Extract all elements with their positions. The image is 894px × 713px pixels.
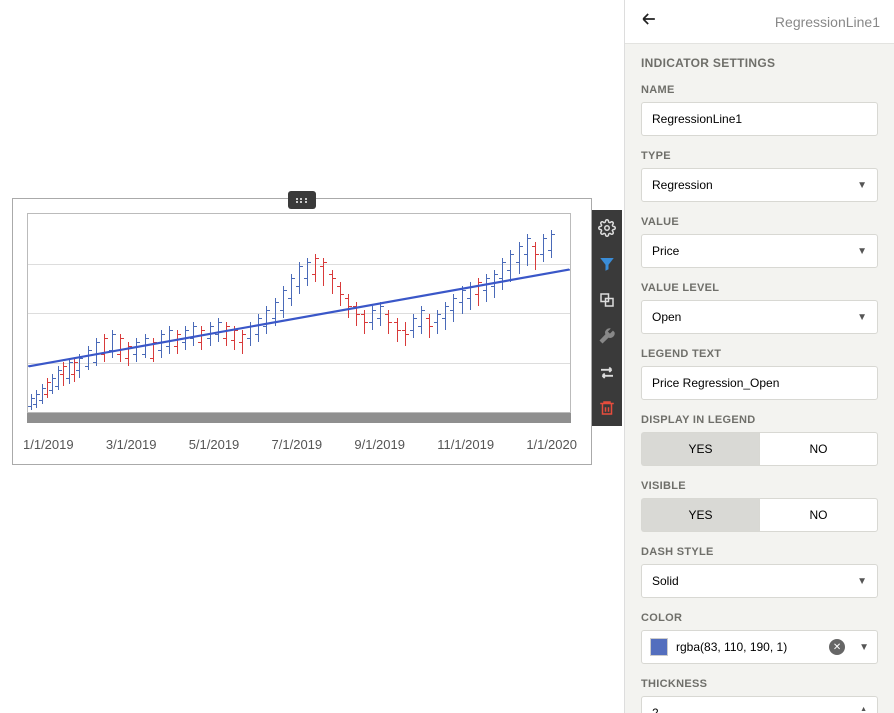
x-tick: 11/1/2019 — [437, 437, 494, 452]
x-tick: 1/1/2020 — [526, 437, 577, 452]
panel-body: INDICATOR SETTINGS NAME RegressionLine1 … — [625, 44, 894, 713]
x-axis-ticks: 1/1/2019 3/1/2019 5/1/2019 7/1/2019 9/1/2019… — [13, 427, 591, 464]
name-value: RegressionLine1 — [652, 112, 742, 126]
legend-text-value: Price Regression_Open — [652, 376, 779, 390]
plot-area[interactable] — [27, 213, 571, 413]
x-tick: 5/1/2019 — [189, 437, 240, 452]
visible-no[interactable]: NO — [759, 498, 878, 532]
color-swatch — [650, 638, 668, 656]
thickness-label: THICKNESS — [641, 678, 878, 690]
chevron-down-icon: ▼ — [857, 180, 867, 191]
clear-color-button[interactable]: ✕ — [829, 639, 845, 655]
wrench-icon — [598, 327, 616, 345]
value-level-value: Open — [652, 310, 681, 324]
color-picker[interactable]: rgba(83, 110, 190, 1) ✕ ▼ — [641, 630, 878, 664]
value-level-label: VALUE LEVEL — [641, 282, 878, 294]
chevron-down-icon: ▼ — [857, 246, 867, 257]
chevron-down-icon: ▼ — [857, 576, 867, 587]
spinner: ▲ ▼ — [860, 707, 867, 713]
layout-button[interactable] — [592, 282, 622, 318]
type-value: Regression — [652, 178, 713, 192]
visible-toggle: YES NO — [641, 498, 878, 532]
swap-arrows-icon — [598, 363, 616, 381]
x-tick: 7/1/2019 — [272, 437, 323, 452]
x-tick: 9/1/2019 — [354, 437, 405, 452]
dash-style-value: Solid — [652, 574, 679, 588]
wrench-button[interactable] — [592, 318, 622, 354]
name-input[interactable]: RegressionLine1 — [641, 102, 878, 136]
chart-scrollbar[interactable] — [27, 413, 571, 423]
back-button[interactable] — [639, 9, 659, 35]
swap-button[interactable] — [592, 354, 622, 390]
step-up[interactable]: ▲ — [860, 707, 867, 713]
panel-header: RegressionLine1 — [625, 0, 894, 44]
grip-icon — [296, 198, 308, 203]
legend-text-input[interactable]: Price Regression_Open — [641, 366, 878, 400]
color-label: COLOR — [641, 612, 878, 624]
chevron-down-icon: ▼ — [857, 312, 867, 323]
value-label: VALUE — [641, 216, 878, 228]
name-label: NAME — [641, 84, 878, 96]
type-select[interactable]: Regression ▼ — [641, 168, 878, 202]
thickness-value: 2 — [652, 706, 659, 713]
panel-title: RegressionLine1 — [775, 14, 880, 30]
display-legend-toggle: YES NO — [641, 432, 878, 466]
delete-button[interactable] — [592, 390, 622, 426]
visible-label: VISIBLE — [641, 480, 878, 492]
regression-line — [28, 214, 570, 412]
display-legend-yes[interactable]: YES — [641, 432, 759, 466]
drag-handle[interactable] — [288, 191, 316, 209]
arrow-left-icon — [639, 9, 659, 29]
overlap-icon — [598, 291, 616, 309]
settings-button[interactable] — [592, 210, 622, 246]
value-value: Price — [652, 244, 679, 258]
dash-style-select[interactable]: Solid ▼ — [641, 564, 878, 598]
color-value: rgba(83, 110, 190, 1) — [676, 640, 787, 654]
trash-icon — [598, 399, 616, 417]
value-level-select[interactable]: Open ▼ — [641, 300, 878, 334]
settings-panel: RegressionLine1 INDICATOR SETTINGS NAME … — [624, 0, 894, 713]
legend-text-label: LEGEND TEXT — [641, 348, 878, 360]
x-tick: 3/1/2019 — [106, 437, 157, 452]
gear-icon — [598, 219, 616, 237]
display-legend-label: DISPLAY IN LEGEND — [641, 414, 878, 426]
value-select[interactable]: Price ▼ — [641, 234, 878, 268]
chevron-down-icon: ▼ — [859, 642, 869, 653]
dash-style-label: DASH STYLE — [641, 546, 878, 558]
chart-toolbar — [592, 210, 622, 426]
filter-button[interactable] — [592, 246, 622, 282]
display-legend-no[interactable]: NO — [759, 432, 878, 466]
funnel-icon — [598, 255, 616, 273]
type-label: TYPE — [641, 150, 878, 162]
visible-yes[interactable]: YES — [641, 498, 759, 532]
thickness-stepper[interactable]: 2 ▲ ▼ — [641, 696, 878, 713]
chart-container: 1/1/2019 3/1/2019 5/1/2019 7/1/2019 9/1/2019… — [12, 198, 592, 465]
x-tick: 1/1/2019 — [23, 437, 74, 452]
section-title: INDICATOR SETTINGS — [641, 56, 878, 70]
